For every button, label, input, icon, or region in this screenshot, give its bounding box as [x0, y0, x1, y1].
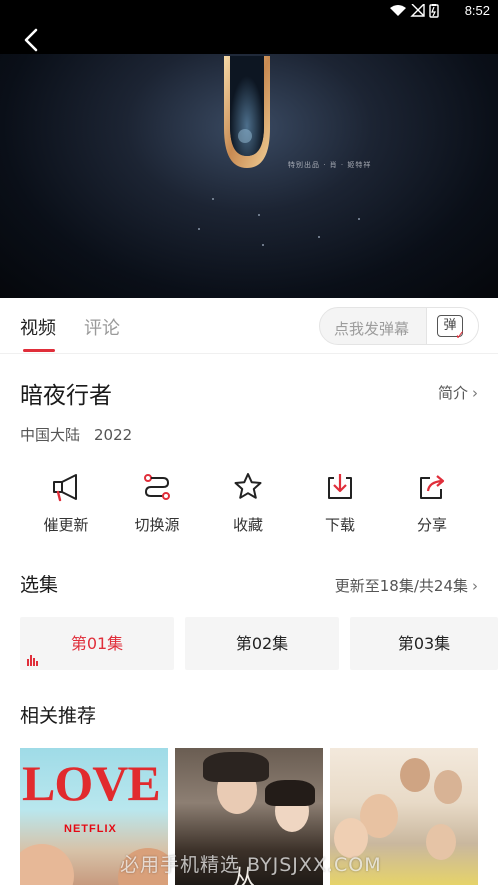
episode-label: 第02集	[235, 634, 289, 653]
poster-hair	[203, 752, 269, 782]
download-button[interactable]: 下载	[300, 470, 380, 535]
intro-link[interactable]: 简介 ›	[438, 382, 478, 403]
poster-face	[434, 770, 462, 804]
show-title: 暗夜行者	[20, 383, 112, 409]
episode-label: 第01集	[70, 634, 124, 653]
episode-item[interactable]: 第03集	[350, 617, 498, 670]
show-year: 2022	[94, 426, 133, 444]
episodes-section-title: 选集	[20, 574, 59, 596]
wifi-signal-battery-icon	[390, 2, 439, 18]
video-particle	[258, 214, 260, 216]
chevron-right-icon: ›	[472, 577, 478, 595]
poster-face	[426, 824, 456, 860]
action-label: 催更新	[43, 516, 89, 534]
share-button[interactable]: 分享	[392, 470, 472, 535]
switch-source-button[interactable]: 切换源	[117, 470, 197, 535]
poster-face	[400, 758, 430, 792]
recommendations-section-title: 相关推荐	[20, 705, 97, 727]
show-region: 中国大陆	[20, 426, 81, 444]
danmu-input[interactable]: 点我发弹幕	[334, 318, 409, 339]
video-particle	[212, 198, 214, 200]
back-icon[interactable]	[18, 26, 46, 54]
tab-comment[interactable]: 评论	[84, 314, 120, 340]
video-particle	[262, 244, 264, 246]
status-icons	[390, 2, 450, 21]
check-icon: ✓	[455, 328, 466, 342]
video-player[interactable]: 特别出品 · 肖 · 姬特祥 8:52	[0, 0, 498, 298]
share-icon	[420, 475, 445, 499]
action-label: 收藏	[232, 516, 263, 534]
star-icon	[234, 473, 262, 499]
switch-source-icon	[144, 474, 170, 500]
video-particle	[198, 228, 200, 230]
status-bar: 8:52	[0, 0, 498, 22]
playing-bars-icon	[27, 654, 39, 666]
show-meta: 中国大陆 2022	[20, 424, 132, 445]
episodes-update-status: 更新至18集/共24集	[334, 577, 468, 595]
action-label: 分享	[416, 516, 447, 534]
poster-face	[20, 844, 74, 885]
video-particle	[318, 236, 320, 238]
video-artifact-image	[224, 56, 270, 168]
video-credit-text: 特别出品 · 肖 · 姬特祥	[288, 161, 372, 169]
content-tabs: 视频 评论 点我发弹幕 弹 ✓	[0, 298, 498, 354]
episodes-more-link[interactable]: 更新至18集/共24集 ›	[335, 575, 478, 596]
download-icon	[328, 474, 352, 499]
remind-update-button[interactable]: 催更新	[26, 470, 106, 535]
action-label: 切换源	[134, 516, 180, 534]
favorite-button[interactable]: 收藏	[208, 470, 288, 535]
poster-hair	[265, 780, 315, 806]
status-time: 8:52	[464, 3, 490, 18]
tab-video[interactable]: 视频	[20, 314, 56, 340]
episode-label: 第03集	[397, 634, 451, 653]
danmu-bar: 点我发弹幕 弹 ✓	[319, 307, 479, 345]
watermark-text: 必用手机精选 BYJSJXX.COM	[120, 854, 382, 876]
tab-active-indicator	[23, 349, 55, 352]
megaphone-icon	[53, 474, 77, 502]
episode-item[interactable]: 第02集	[185, 617, 339, 670]
action-label: 下载	[324, 516, 355, 534]
intro-label: 简介	[437, 384, 468, 402]
poster-brand-text: NETFLIX	[64, 823, 117, 835]
episode-item[interactable]: 第01集	[20, 617, 174, 670]
poster-title-text: LOVE	[22, 755, 161, 811]
danmu-toggle-button[interactable]: 弹 ✓	[426, 308, 478, 344]
action-bar: 催更新 切换源 收藏 下载 分享	[0, 470, 498, 540]
chevron-right-icon: ›	[472, 384, 478, 402]
video-particle	[358, 218, 360, 220]
